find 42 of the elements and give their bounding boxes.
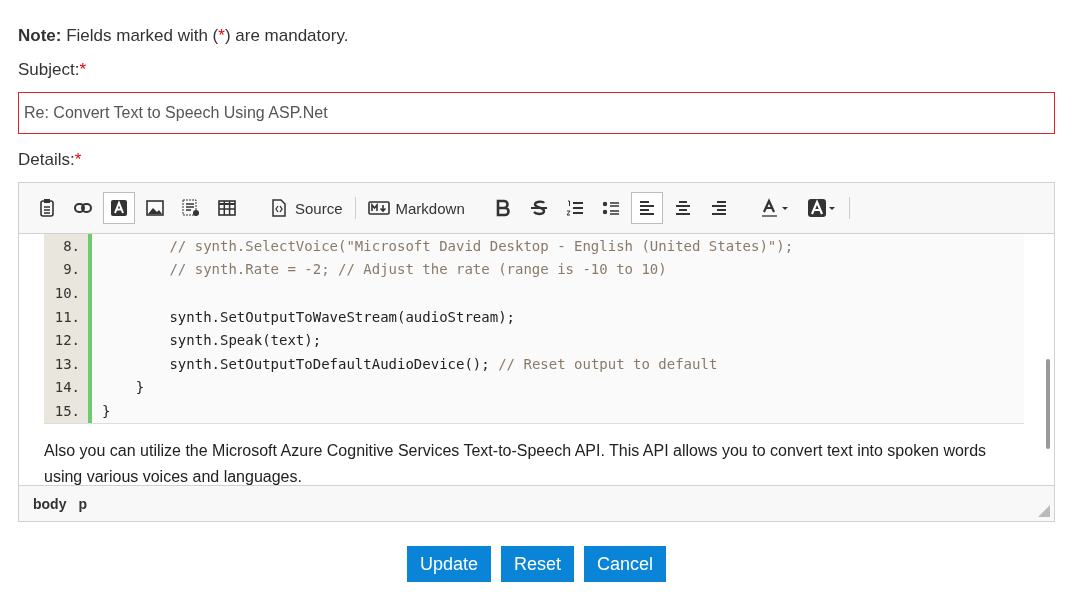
line-number: 15. [44, 399, 92, 423]
code-line: // synth.Rate = -2; // Adjust the rate (range is -10 to 10) [168, 261, 667, 278]
line-number: 9. [44, 257, 92, 282]
template-icon [181, 198, 201, 218]
numbered-list-icon [564, 198, 585, 218]
code-line: } [101, 402, 111, 419]
source-code-icon [269, 198, 289, 218]
text-color-icon [760, 198, 791, 218]
markdown-button[interactable]: Markdown [361, 192, 471, 224]
paragraph: Also you can utilize the Microsoft Azure Cognitive Services Text-to-Speech API. This API allows you to convert text into spoken words using various voices and languages. [44, 440, 988, 485]
line-number: 13. [44, 351, 92, 376]
strikethrough-icon [528, 198, 549, 218]
line-number: 8. [44, 234, 92, 258]
element-path-link[interactable]: body [33, 495, 67, 512]
cancel-button[interactable]: Cancel [584, 546, 667, 582]
subject-field[interactable]: Re: Convert Text to Speech Using ASP.Net [18, 92, 1055, 134]
line-number: 14. [44, 375, 92, 400]
resize-handle-icon[interactable] [1038, 505, 1050, 517]
letter-a-icon [109, 198, 129, 218]
line-number: 10. [44, 281, 92, 305]
code-line: synth.SetOutputToDefaultAudioDevice(); // Reset output to default [168, 355, 718, 372]
scrollbar[interactable] [1046, 359, 1050, 449]
details-label: Details:* [18, 150, 83, 170]
update-button[interactable]: Update [406, 546, 491, 582]
line-number: 12. [44, 328, 92, 352]
paste-icon [37, 198, 57, 218]
table-icon [217, 198, 237, 218]
align-left-button[interactable] [630, 192, 663, 224]
image-icon [145, 198, 165, 218]
code-line: synth.SetOutputToWaveStream(audioStream); [168, 308, 515, 325]
background-color-icon [806, 198, 837, 218]
line-number: 11. [44, 304, 92, 329]
reset-button[interactable]: Reset [501, 546, 574, 582]
element-path-link[interactable]: p [78, 495, 87, 512]
source-button[interactable]: Source [263, 192, 349, 224]
subject-label: Subject:* [18, 60, 88, 80]
markdown-icon [367, 201, 390, 215]
mandatory-note: Note: Fields marked with (*) are mandatory. [18, 26, 350, 46]
textbox-button[interactable] [103, 192, 135, 224]
code-line: synth.Speak(text); [168, 332, 322, 349]
code-line: // synth.SelectVoice("Microsoft David Desktop - English (United States)"); [168, 237, 794, 254]
code-line: } [134, 379, 145, 396]
